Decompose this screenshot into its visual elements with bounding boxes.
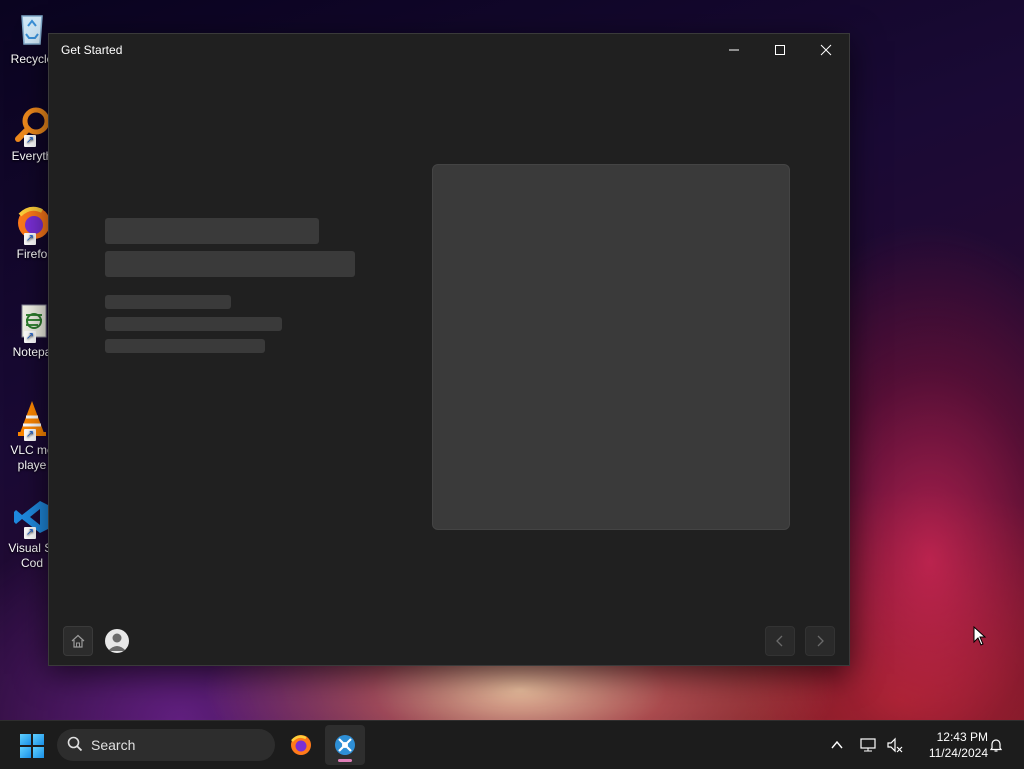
taskbar-clock[interactable]: 12:43 PM 11/24/2024 [912,729,988,761]
shortcut-arrow-icon: ↗ [24,429,36,441]
chevron-up-icon [831,740,843,749]
taskbar-get-started[interactable] [325,725,365,765]
firefox-icon: ↗ [12,203,52,245]
chevron-right-icon [817,635,824,647]
window-title: Get Started [61,43,123,57]
close-icon [820,44,832,56]
title-bar[interactable]: Get Started [49,34,849,66]
shortcut-arrow-icon: ↗ [24,331,36,343]
chevron-left-icon [776,635,783,647]
skeleton-text-line-1 [105,295,231,309]
network-status-button[interactable] [860,721,878,769]
get-started-app-icon [335,735,355,755]
volume-button[interactable] [886,721,904,769]
close-button[interactable] [803,34,849,66]
search-icon [67,736,83,755]
skeleton-image-panel [432,164,790,530]
shortcut-arrow-icon: ↗ [24,233,36,245]
tray-overflow-button[interactable] [830,721,844,769]
taskbar-firefox[interactable] [281,725,321,765]
minimize-button[interactable] [711,34,757,66]
clock-time: 12:43 PM [936,730,988,744]
everything-search-icon: ↗ [12,105,52,147]
account-avatar-button[interactable] [105,629,129,653]
minimize-icon [729,49,739,51]
next-button[interactable] [805,626,835,656]
user-icon [108,633,126,651]
taskbar-search-box[interactable]: Search [57,729,275,761]
notifications-button[interactable] [988,721,1004,769]
bell-icon [989,739,1003,752]
network-icon [860,738,876,752]
get-started-window: Get Started [48,33,850,666]
skeleton-heading-line-1 [105,218,319,244]
shortcut-arrow-icon: ↗ [24,527,36,539]
volume-muted-icon [887,737,903,753]
maximize-button[interactable] [757,34,803,66]
maximize-icon [775,45,785,55]
taskbar: Search 12:43 PM 11/24/2024 [0,720,1024,769]
shortcut-arrow-icon: ↗ [24,135,36,147]
back-button[interactable] [765,626,795,656]
skeleton-heading-line-2 [105,251,355,277]
windows-logo-icon [20,734,31,745]
vscode-icon: ↗ [12,497,52,539]
search-label: Search [91,737,136,753]
home-icon [71,634,85,648]
clock-date: 11/24/2024 [928,746,988,760]
firefox-icon [291,735,311,755]
skeleton-text-line-2 [105,317,282,331]
start-button[interactable] [20,734,44,758]
vlc-icon: ↗ [12,399,52,441]
home-button[interactable] [63,626,93,656]
recycle-bin-icon [12,8,52,48]
mouse-cursor-icon [973,625,987,651]
notepad-icon: ↗ [12,301,52,343]
skeleton-text-line-3 [105,339,265,353]
active-app-indicator [338,759,352,762]
